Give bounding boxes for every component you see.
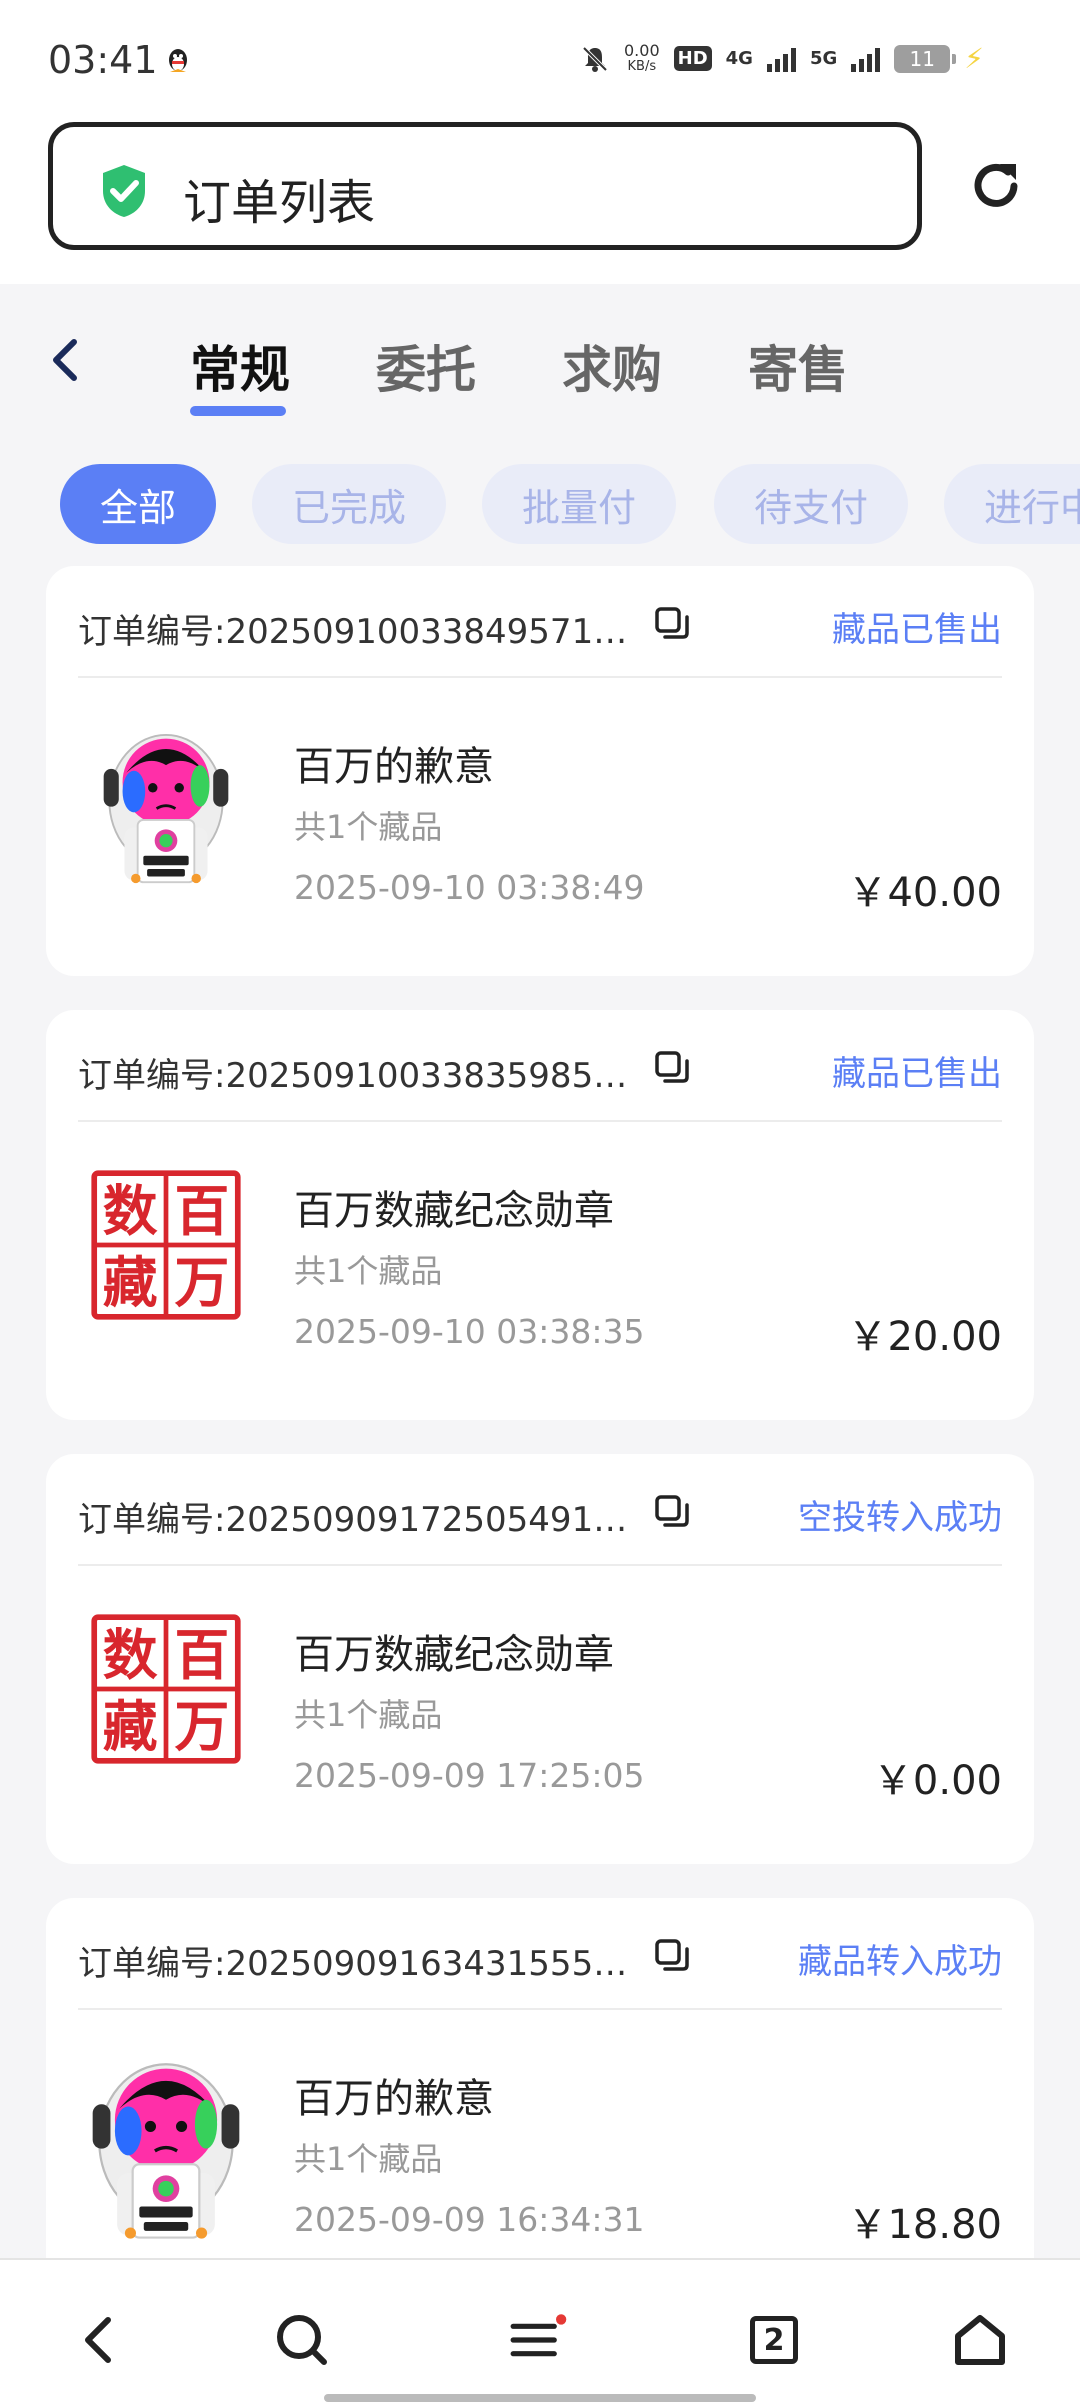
product-name: 百万数藏纪念勋章 (294, 1188, 614, 1234)
filter-all[interactable]: 全部 (60, 464, 216, 544)
order-card[interactable]: 订单编号:20250910033835985354136 藏品已售出 数 百 藏… (46, 1010, 1034, 1420)
browser-bottom-bar: 2 (0, 2258, 1080, 2408)
filter-in-progress[interactable]: 进行中 (944, 464, 1080, 544)
seal-char: 万 (174, 1251, 229, 1315)
order-number: 订单编号:20250909172505491005082 (78, 1500, 646, 1540)
order-status: 藏品已售出 (832, 1054, 1002, 1094)
seal-char: 藏 (103, 1251, 158, 1315)
order-price: ￥40.00 (847, 870, 1002, 916)
tab-commission[interactable]: 委托 (376, 330, 476, 402)
refresh-icon[interactable] (966, 156, 1026, 216)
qq-penguin-icon (169, 49, 187, 72)
battery-icon: 11 (894, 44, 957, 73)
charging-bolt-icon: ⚡ (964, 42, 984, 75)
astronaut-sorry-image (86, 716, 246, 886)
status-icons: 0.00 KB/s HD 4G 5G 11 ⚡ (580, 42, 984, 75)
astronaut-sorry-image (76, 2042, 256, 2242)
copy-icon[interactable] (654, 1494, 690, 1530)
filter-completed[interactable]: 已完成 (252, 464, 446, 544)
sim1-network: 4G (725, 48, 753, 69)
gesture-home-indicator[interactable] (324, 2394, 756, 2402)
page-title: 订单列表 (183, 175, 376, 231)
order-date: 2025-09-10 03:38:35 (294, 1312, 645, 1351)
seal-char: 藏 (103, 1695, 158, 1759)
order-price: ￥0.00 (872, 1758, 1002, 1804)
filter-pending-payment[interactable]: 待支付 (714, 464, 908, 544)
product-name: 百万数藏纪念勋章 (294, 1632, 614, 1678)
seal-char: 数 (103, 1623, 158, 1687)
shield-check-icon (103, 165, 145, 217)
tab-purchase-request[interactable]: 求购 (562, 330, 662, 402)
card-divider (78, 1564, 1002, 1566)
order-card[interactable]: 订单编号:20250909172505491005082 空投转入成功 数 百 … (46, 1454, 1034, 1864)
copy-icon[interactable] (654, 1050, 690, 1086)
status-bar: 03:41 0.00 KB/s HD 4G 5G 11 ⚡ (0, 0, 1080, 120)
order-number: 订单编号:20250910033849571005158 (78, 612, 646, 652)
back-nav-icon[interactable] (70, 2310, 130, 2370)
order-status: 空投转入成功 (798, 1498, 1002, 1538)
card-divider (78, 1120, 1002, 1122)
tab-active-indicator (190, 406, 286, 416)
order-date: 2025-09-09 16:34:31 (294, 2200, 645, 2239)
order-card[interactable]: 订单编号:20250910033849571005158 藏品已售出 百万的歉意… (46, 566, 1034, 976)
net-speed: 0.00 KB/s (624, 40, 660, 75)
tabs-count-icon[interactable]: 2 (744, 2310, 804, 2370)
product-count: 共1个藏品 (294, 1696, 443, 1734)
seal-char: 数 (103, 1179, 158, 1243)
order-number: 订单编号:20250910033835985354136 (78, 1056, 646, 1096)
order-status: 藏品已售出 (832, 610, 1002, 650)
hd-badge: HD (673, 46, 712, 71)
product-name: 百万的歉意 (294, 2076, 494, 2122)
battery-level: 11 (909, 46, 935, 71)
seal-stamp-image: 数 百 藏 万 (91, 1614, 241, 1764)
product-count: 共1个藏品 (294, 2140, 443, 2178)
search-icon[interactable] (272, 2310, 332, 2370)
copy-icon[interactable] (654, 606, 690, 642)
product-count: 共1个藏品 (294, 808, 443, 846)
order-date: 2025-09-10 03:38:49 (294, 868, 645, 907)
tab-regular[interactable]: 常规 (190, 330, 290, 402)
net-speed-value: 0.00 (624, 40, 660, 60)
net-speed-unit: KB/s (627, 58, 657, 74)
tabs-count: 2 (750, 2316, 798, 2364)
seal-char: 百 (174, 1179, 229, 1243)
address-bar[interactable]: 订单列表 (48, 122, 922, 250)
order-price: ￥18.80 (847, 2202, 1002, 2248)
copy-icon[interactable] (654, 1938, 690, 1974)
order-date: 2025-09-09 17:25:05 (294, 1756, 645, 1795)
order-status: 藏品转入成功 (798, 1942, 1002, 1982)
order-card[interactable]: 订单编号:20250909163431555597512 藏品转入成功 百万的歉… (46, 1898, 1034, 2308)
seal-char: 百 (174, 1623, 229, 1687)
mute-bell-icon (582, 46, 608, 72)
seal-char: 万 (174, 1695, 229, 1759)
status-time: 03:41 (48, 38, 158, 82)
menu-icon[interactable] (508, 2310, 568, 2370)
product-count: 共1个藏品 (294, 1252, 443, 1290)
back-arrow-icon[interactable] (46, 336, 82, 384)
card-divider (78, 676, 1002, 678)
tab-consignment[interactable]: 寄售 (748, 330, 848, 402)
sim2-network: 5G (809, 48, 838, 69)
order-number: 订单编号:20250909163431555597512 (78, 1944, 646, 1984)
signal-icon-2 (851, 46, 881, 72)
signal-icon-1 (766, 46, 796, 72)
order-price: ￥20.00 (847, 1314, 1002, 1360)
filter-chips: 全部 已完成 批量付 待支付 进行中 (0, 464, 1080, 546)
card-divider (78, 2008, 1002, 2010)
home-icon[interactable] (950, 2310, 1010, 2370)
product-name: 百万的歉意 (294, 744, 494, 790)
filter-batch-pay[interactable]: 批量付 (482, 464, 676, 544)
seal-stamp-image: 数 百 藏 万 (91, 1170, 241, 1320)
